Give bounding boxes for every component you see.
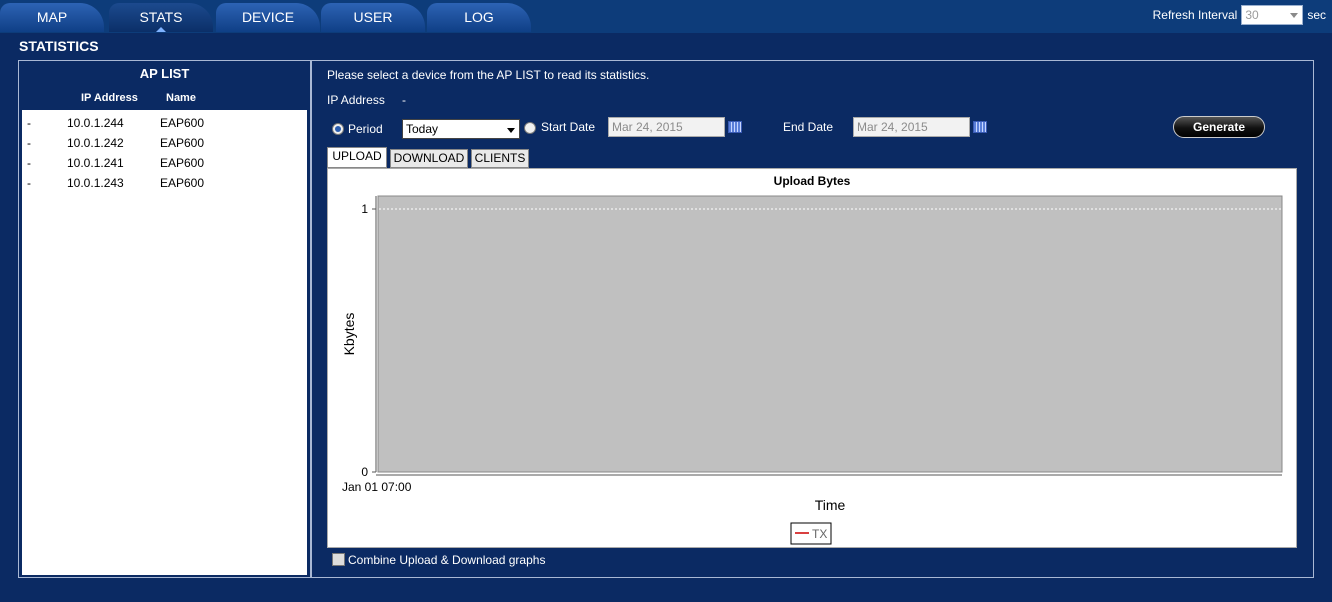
x-axis-label: Time — [815, 497, 846, 513]
upload-bytes-chart: Upload Bytes 01 Jan 01 07:00 Time Kbytes… — [341, 174, 1283, 545]
chevron-down-icon — [507, 128, 515, 133]
ap-status: - — [27, 156, 31, 170]
start-date-value: Mar 24, 2015 — [612, 120, 683, 134]
start-date-field[interactable]: Mar 24, 2015 — [608, 117, 725, 137]
tab-log[interactable]: LOG — [427, 3, 531, 32]
ap-name: EAP600 — [160, 136, 205, 150]
end-date-value: Mar 24, 2015 — [857, 120, 928, 134]
ap-status: - — [27, 116, 31, 130]
column-header-ip: IP Address — [81, 92, 138, 104]
ap-list-row[interactable]: - 10.0.1.244 EAP600 — [22, 113, 307, 133]
ap-list-row[interactable]: - 10.0.1.241 EAP600 — [22, 153, 307, 173]
ap-ip: 10.0.1.241 — [67, 156, 124, 170]
refresh-interval-unit: sec — [1307, 8, 1326, 22]
ap-ip: 10.0.1.242 — [67, 136, 124, 150]
ap-status: - — [27, 176, 31, 190]
combine-graphs-checkbox[interactable] — [332, 553, 345, 566]
end-date-label: End Date — [783, 120, 834, 134]
ap-list-panel: AP LIST IP Address Name - 10.0.1.244 EAP… — [18, 60, 311, 578]
tab-clients[interactable]: CLIENTS — [471, 149, 529, 168]
combine-graphs-label: Combine Upload & Download graphs — [348, 553, 546, 567]
start-date-label: Start Date — [541, 120, 596, 134]
y-tick-label: 1 — [361, 202, 368, 216]
tab-user-label: USER — [353, 9, 393, 25]
upload-chart-panel: Upload Bytes 01 Jan 01 07:00 Time Kbytes… — [327, 168, 1297, 548]
instruction-text: Please select a device from the AP LIST … — [327, 68, 650, 82]
active-tab-indicator-icon — [156, 27, 166, 32]
tab-map-label: MAP — [36, 9, 68, 25]
ap-name: EAP600 — [160, 116, 205, 130]
legend-tx-label: TX — [812, 527, 827, 541]
ip-address-label: IP Address — [327, 93, 385, 107]
ap-name: EAP600 — [160, 156, 205, 170]
page-title: STATISTICS — [19, 38, 99, 54]
chart-title: Upload Bytes — [774, 174, 851, 188]
tab-log-label: LOG — [464, 9, 494, 25]
ap-list-row[interactable]: - 10.0.1.242 EAP600 — [22, 133, 307, 153]
refresh-interval-control: Refresh Interval 30 sec — [1153, 5, 1326, 25]
ap-list-row[interactable]: - 10.0.1.243 EAP600 — [22, 173, 307, 193]
statistics-panel: Please select a device from the AP LIST … — [311, 60, 1314, 578]
ap-ip: 10.0.1.244 — [67, 116, 124, 130]
column-header-name: Name — [166, 92, 196, 104]
ap-status: - — [27, 136, 31, 150]
generate-button-label: Generate — [1192, 120, 1246, 134]
y-axis-label: Kbytes — [341, 313, 357, 356]
start-date-radio[interactable] — [524, 122, 536, 134]
period-radio[interactable] — [332, 123, 344, 135]
y-tick-label: 0 — [361, 465, 368, 479]
tab-download[interactable]: DOWNLOAD — [390, 149, 468, 168]
tab-upload[interactable]: UPLOAD — [327, 147, 387, 168]
tab-clients-label: CLIENTS — [474, 151, 526, 165]
ip-address-value: - — [402, 93, 406, 107]
tab-map[interactable]: MAP — [0, 3, 104, 32]
top-nav-bar: MAP STATS DEVICE USER LOG Refresh Interv… — [0, 0, 1332, 33]
plot-area — [377, 195, 1283, 473]
tab-upload-label: UPLOAD — [332, 149, 382, 163]
end-date-field[interactable]: Mar 24, 2015 — [853, 117, 970, 137]
ap-list-box: - 10.0.1.244 EAP600 - 10.0.1.242 EAP600 … — [22, 110, 307, 575]
refresh-interval-value: 30 — [1245, 8, 1259, 22]
x-tick-label: Jan 01 07:00 — [342, 480, 412, 494]
chevron-down-icon — [1290, 13, 1299, 18]
refresh-interval-label: Refresh Interval — [1152, 8, 1238, 22]
tab-download-label: DOWNLOAD — [393, 151, 465, 165]
y-axis-ticks: 01 — [361, 202, 376, 479]
ap-list-title: AP LIST — [139, 66, 190, 81]
period-select[interactable]: Today — [402, 119, 520, 139]
refresh-interval-select[interactable]: 30 — [1241, 5, 1304, 25]
tab-device-label: DEVICE — [241, 9, 295, 25]
tab-user[interactable]: USER — [321, 3, 425, 32]
tab-stats[interactable]: STATS — [109, 3, 213, 32]
ap-ip: 10.0.1.243 — [67, 176, 124, 190]
calendar-icon[interactable] — [728, 121, 742, 133]
generate-button[interactable]: Generate — [1173, 116, 1265, 138]
ap-name: EAP600 — [160, 176, 205, 190]
tab-device[interactable]: DEVICE — [216, 3, 320, 32]
tab-stats-label: STATS — [139, 9, 183, 25]
period-label: Period — [348, 122, 383, 136]
period-select-value: Today — [406, 122, 439, 136]
calendar-icon[interactable] — [973, 121, 987, 133]
